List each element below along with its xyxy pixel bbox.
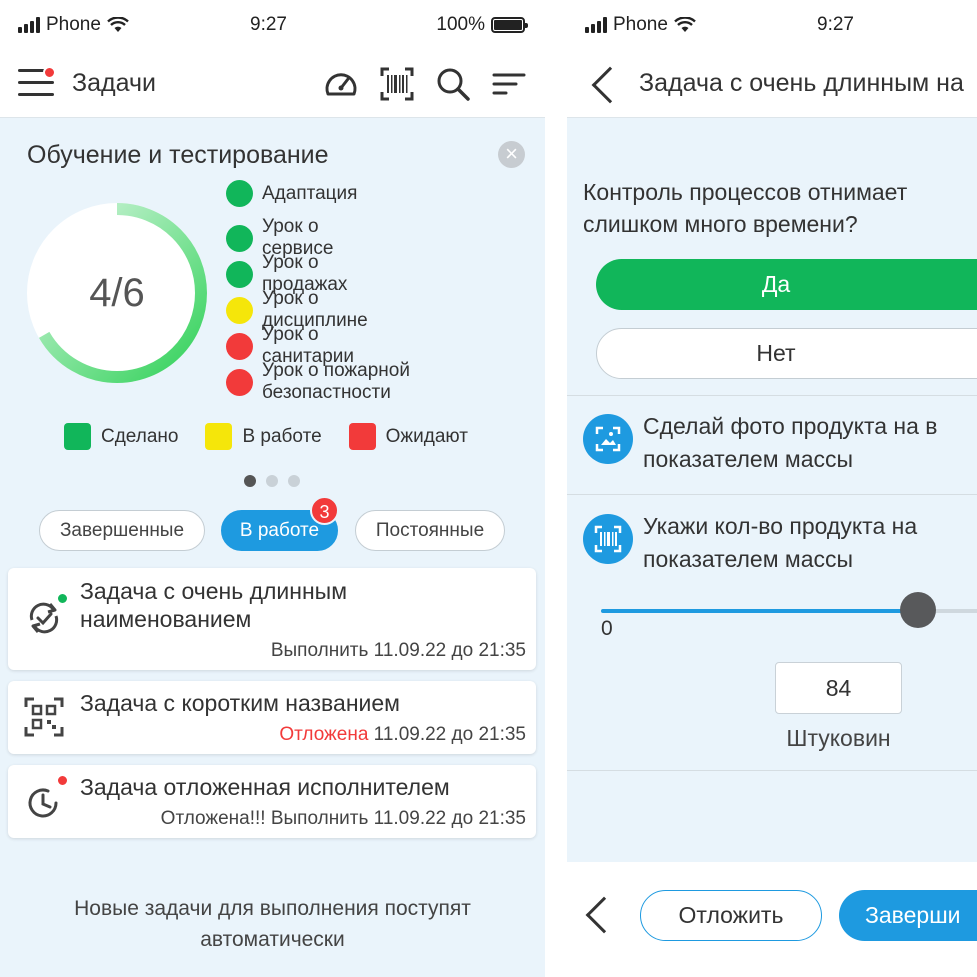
speedometer-icon[interactable]: [323, 66, 359, 102]
divider: [567, 494, 977, 495]
clock: 9:27: [817, 14, 854, 35]
lesson-label: Адаптация: [262, 182, 358, 204]
postpone-button[interactable]: Отложить: [640, 890, 822, 941]
status-dot: [56, 774, 69, 787]
footer-note: Новые задачи для выполнения поступят авт…: [74, 897, 471, 951]
task-name: Задача отложенная исполнителем: [80, 774, 450, 800]
barcode-scan-icon: [583, 514, 633, 564]
wifi-icon: [107, 17, 129, 32]
legend-swatch: [64, 423, 91, 450]
answer-yes-button[interactable]: Да: [596, 259, 977, 310]
task-card[interactable]: Задача отложенная исполнителем Отложена!…: [8, 765, 536, 838]
battery: 100%: [436, 14, 528, 36]
lesson-status-dot: [226, 296, 253, 324]
task-name: Задача с коротким названием: [80, 690, 400, 716]
page-title: Задачи: [72, 69, 156, 97]
legend-label: Сделано: [101, 425, 179, 447]
clock: 9:27: [250, 14, 287, 35]
count-step-text: Укажи кол-во продукта на показателем мас…: [643, 510, 917, 576]
task-status: Отложена!!! Выполнить 11.09.22 до 21:35: [160, 808, 526, 829]
back-chevron-icon[interactable]: [591, 66, 629, 104]
finish-button[interactable]: Заверши: [839, 890, 977, 941]
page-title: Задача с очень длинным на: [639, 69, 964, 97]
search-icon[interactable]: [435, 66, 471, 102]
legend-swatch: [205, 423, 233, 450]
lesson-status-dot: [226, 368, 253, 396]
back-chevron-icon[interactable]: [585, 896, 623, 934]
task-card[interactable]: Задача с очень длинным наименованием Вып…: [8, 568, 536, 670]
count-step-line2: показателем массы: [643, 546, 854, 572]
bottom-bar: Отложить Заверши: [567, 862, 977, 977]
clock-return-icon: [24, 783, 64, 823]
carrier-name: Phone: [613, 14, 668, 35]
slider-min-label: 0: [601, 617, 613, 640]
slider-handle[interactable]: [900, 592, 936, 628]
task-deadline-text: 11.09.22 до 21:35: [368, 724, 526, 745]
tab-completed[interactable]: Завершенные: [39, 510, 205, 551]
carrier: Phone: [585, 14, 696, 36]
battery-level: 100%: [436, 14, 485, 35]
lesson-item[interactable]: Урок о пожарной безопастности: [226, 360, 446, 404]
notification-dot: [43, 66, 56, 79]
photo-step-line2: показателем массы: [643, 446, 854, 472]
page-dot[interactable]: [244, 475, 256, 487]
signal-icon: [18, 17, 40, 33]
progress-value: 4/6: [89, 271, 145, 315]
page-dot[interactable]: [288, 475, 300, 487]
quantity-unit: Штуковин: [786, 725, 891, 751]
sync-check-icon: [24, 598, 64, 638]
close-icon[interactable]: ×: [498, 141, 525, 168]
divider: [567, 395, 977, 396]
sort-icon[interactable]: [491, 66, 527, 102]
status-dot: [56, 592, 69, 605]
task-list-screen: Phone 9:27 100% Задачи Обучение и тестир…: [0, 0, 545, 977]
lesson-status-dot: [226, 180, 253, 207]
qr-code-icon: [24, 697, 64, 737]
task-name: Задача с очень длинным наименованием: [80, 578, 348, 632]
photo-step-text: Сделай фото продукта на в показателем ма…: [643, 410, 938, 476]
divider: [567, 770, 977, 771]
lesson-status-dot: [226, 260, 253, 288]
legend-label: В работе: [242, 425, 322, 447]
carrier-name: Phone: [46, 14, 101, 35]
task-deadline: Отложена 11.09.22 до 21:35: [279, 724, 526, 746]
barcode-scan-icon[interactable]: [379, 66, 415, 102]
menu-icon[interactable]: [18, 66, 56, 102]
wifi-icon: [674, 17, 696, 32]
carrier: Phone: [18, 14, 129, 36]
top-nav: Задача с очень длинным на: [567, 52, 977, 118]
photo-step-line1: Сделай фото продукта на в: [643, 413, 938, 439]
status-bar: Phone 9:27 100%: [0, 0, 545, 52]
quantity-input[interactable]: 84: [775, 662, 902, 714]
page-dot[interactable]: [266, 475, 278, 487]
legend-label: Ожидают: [385, 425, 468, 447]
legend-swatch: [348, 423, 376, 450]
top-nav: Задачи: [0, 52, 545, 118]
lesson-item[interactable]: Адаптация: [226, 180, 357, 207]
lesson-status-dot: [226, 224, 253, 252]
answer-no-button[interactable]: Нет: [596, 328, 977, 379]
status-bar: Phone 9:27: [567, 0, 977, 52]
signal-icon: [585, 17, 607, 33]
nav-actions: [323, 66, 527, 102]
task-deadline: Выполнить 11.09.22 до 21:35: [270, 640, 526, 661]
tab-permanent[interactable]: Постоянные: [355, 510, 505, 551]
task-card[interactable]: Задача с коротким названием Отложена 11.…: [8, 681, 536, 754]
question-text: Контроль процессов отнимает слишком мног…: [583, 179, 908, 237]
lesson-status-dot: [226, 332, 253, 360]
training-card-title: Обучение и тестирование: [27, 141, 329, 169]
battery-icon: [491, 17, 528, 33]
count-badge: 3: [310, 496, 339, 525]
page-indicator: [244, 475, 300, 487]
status-legend: Сделано В работе Ожидают: [64, 423, 495, 450]
count-step-line1: Укажи кол-во продукта на: [643, 513, 918, 539]
lesson-label: Урок о пожарной безопастности: [262, 360, 410, 403]
task-status: Отложена: [279, 724, 369, 745]
task-detail-screen: Phone 9:27 Задача с очень длинным на Кон…: [567, 0, 977, 977]
photo-frame-icon: [583, 414, 633, 464]
